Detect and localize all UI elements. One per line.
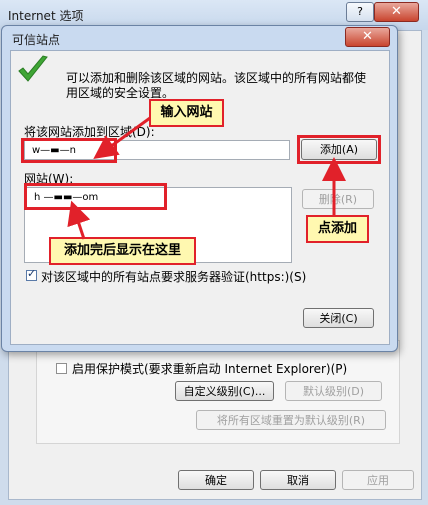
annotation-arrows <box>67 116 346 240</box>
arrow-to-site-list <box>67 200 91 240</box>
arrow-to-input <box>93 116 151 160</box>
